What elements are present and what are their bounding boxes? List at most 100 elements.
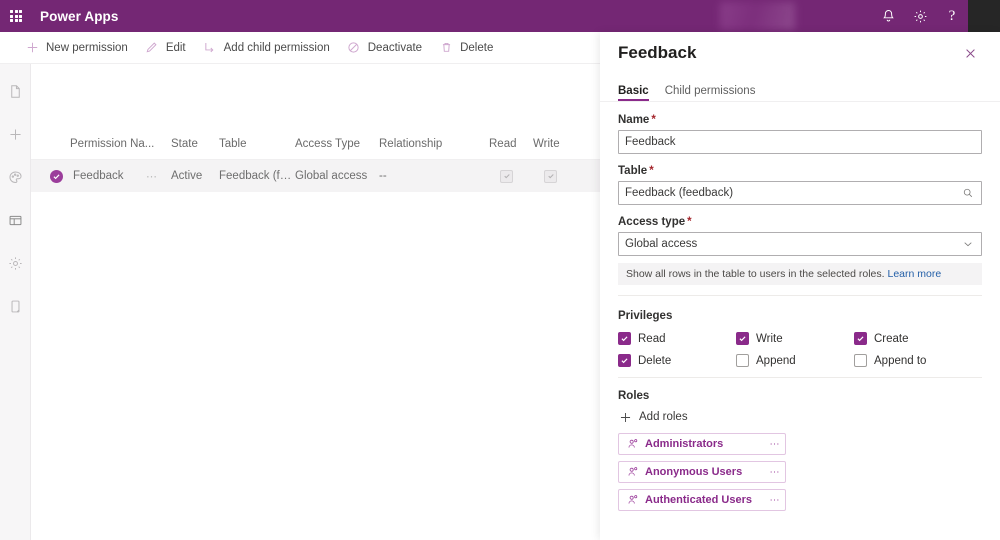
column-header-relationship[interactable]: Relationship [379,138,489,150]
new-permission-button[interactable]: New permission [16,32,136,64]
privilege-read-checkbox[interactable] [618,332,631,345]
row-selected-check-icon[interactable] [50,169,63,183]
edit-label: Edit [165,41,186,54]
privilege-delete-label: Delete [638,354,672,367]
privilege-create[interactable]: Create [854,332,972,345]
panel-body: Name * Feedback Table * Feedback (feedback… [600,102,1000,511]
privilege-create-checkbox[interactable] [854,332,867,345]
access-type-label-text: Access type [618,216,686,228]
privilege-append-to[interactable]: Append to [854,354,972,367]
privilege-write[interactable]: Write [736,332,854,345]
column-header-access-type[interactable]: Access Type [295,138,379,150]
privilege-create-label: Create [874,332,909,345]
edit-button[interactable]: Edit [136,32,194,64]
row-read-cell [489,169,533,183]
row-table: Feedback (feedback) [219,170,295,182]
add-child-icon [202,40,218,56]
column-header-permission-name[interactable]: Permission Na... [31,138,171,150]
privileges-title: Privileges [618,310,673,322]
bell-icon[interactable] [872,0,904,32]
table-lookup-field[interactable]: Feedback (feedback) [618,181,982,205]
chevron-down-icon[interactable] [961,237,975,251]
row-write-checkbox [544,169,557,183]
close-icon[interactable] [958,41,982,65]
deactivate-label: Deactivate [367,41,423,54]
settings-gear-icon[interactable] [0,248,31,279]
access-type-info-text: Show all rows in the table to users in t… [626,268,885,280]
learn-more-link[interactable]: Learn more [887,268,941,280]
privileges-grid: Read Write Create Delete Append Append t… [618,332,982,367]
role-name: Authenticated Users [645,494,752,506]
brand-title[interactable]: Power Apps [40,9,119,24]
access-type-dropdown[interactable]: Global access [618,232,982,256]
add-roles-label: Add roles [639,411,688,423]
row-write-cell [533,169,577,183]
top-brand-bar: Power Apps ? [0,0,1000,32]
help-icon[interactable]: ? [936,0,968,32]
theme-palette-icon[interactable] [0,162,31,193]
column-header-state[interactable]: State [171,138,219,150]
block-icon [346,40,362,56]
panel-tabs: Basic Child permissions [600,74,1000,102]
role-more-options-icon[interactable]: ⋯ [769,439,780,450]
add-icon[interactable] [0,119,31,150]
page-title: Feedback [618,43,697,62]
name-label: Name * [618,114,982,126]
privilege-write-checkbox[interactable] [736,332,749,345]
privilege-append-label: Append [756,354,796,367]
table-label: Table * [618,165,982,177]
gear-icon[interactable] [904,0,936,32]
tab-basic[interactable]: Basic [618,85,649,101]
privilege-append-to-checkbox[interactable] [854,354,867,367]
search-icon[interactable] [961,186,975,200]
row-more-options-icon[interactable]: ⋯ [145,170,157,183]
column-header-read[interactable]: Read [489,138,533,150]
role-more-options-icon[interactable]: ⋯ [769,467,780,478]
role-chip-anonymous-users[interactable]: Anonymous Users ⋯ [618,461,786,483]
table-row[interactable]: Feedback ⋯ Active Feedback (feedback) Gl… [31,160,600,192]
privilege-append[interactable]: Append [736,354,854,367]
role-user-icon [626,494,639,507]
row-name-cell: Feedback ⋯ [31,169,171,183]
role-more-options-icon[interactable]: ⋯ [769,495,780,506]
device-preview-icon[interactable] [0,291,31,322]
plus-icon [618,410,632,424]
waffle-grid [10,10,22,22]
permission-details-panel: Feedback Basic Child permissions Name * F… [600,32,1000,540]
column-header-write[interactable]: Write [533,138,577,150]
new-permission-label: New permission [46,41,128,54]
row-access-type: Global access [295,170,368,182]
roles-title: Roles [618,390,650,402]
pages-icon[interactable] [0,76,31,107]
name-field[interactable]: Feedback [618,130,982,154]
trash-icon [438,40,454,56]
privilege-append-to-label: Append to [874,354,927,367]
role-chip-authenticated-users[interactable]: Authenticated Users ⋯ [618,489,786,511]
components-icon[interactable] [0,205,31,236]
name-input-value[interactable]: Feedback [625,136,975,148]
role-user-icon [626,466,639,479]
divider [618,295,982,296]
privilege-read[interactable]: Read [618,332,736,345]
column-header-table[interactable]: Table [219,138,295,150]
tab-child-permissions[interactable]: Child permissions [665,85,756,101]
deactivate-button[interactable]: Deactivate [338,32,430,64]
role-name: Anonymous Users [645,466,743,478]
row-state: Active [171,170,203,182]
privilege-delete[interactable]: Delete [618,354,736,367]
delete-button[interactable]: Delete [430,32,501,64]
access-type-required-marker: * [687,216,692,228]
app-launcher-waffle-icon[interactable] [0,0,32,32]
add-child-permission-button[interactable]: Add child permission [194,32,338,64]
table-input-value[interactable]: Feedback (feedback) [625,187,961,199]
row-permission-name: Feedback [73,170,124,182]
panel-header: Feedback [600,32,1000,74]
pencil-icon [144,40,160,56]
privilege-append-checkbox[interactable] [736,354,749,367]
role-chip-administrators[interactable]: Administrators ⋯ [618,433,786,455]
avatar[interactable] [968,0,1000,32]
add-roles-button[interactable]: Add roles [618,410,982,424]
plus-icon [24,40,40,56]
privilege-delete-checkbox[interactable] [618,354,631,367]
row-read-checkbox [500,169,513,183]
